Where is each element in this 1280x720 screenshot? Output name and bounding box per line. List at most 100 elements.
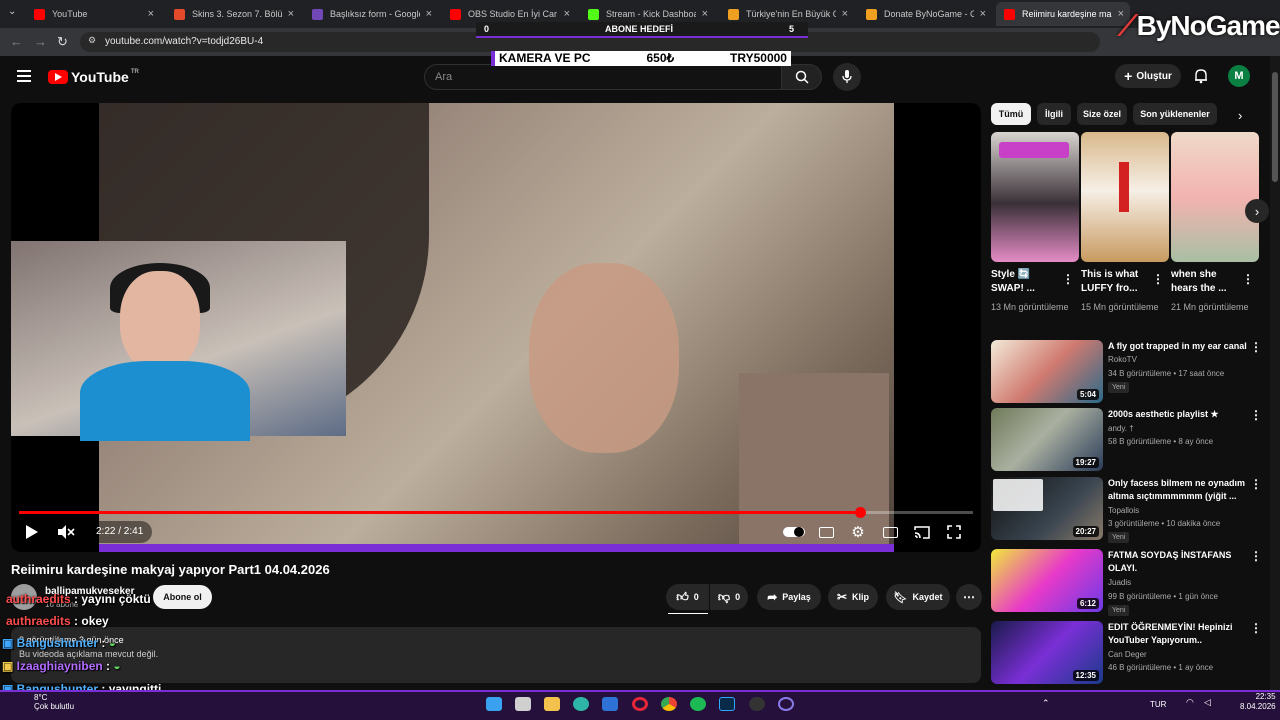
close-icon[interactable]: × bbox=[842, 8, 848, 20]
browser-tab[interactable]: Donate ByNoGame - Gele × bbox=[858, 2, 992, 26]
close-icon[interactable]: × bbox=[148, 8, 154, 20]
video-thumbnail[interactable]: 19:27 bbox=[991, 408, 1103, 471]
app-icon[interactable] bbox=[778, 697, 794, 711]
video-thumbnail[interactable]: 6:12 bbox=[991, 549, 1103, 612]
shorts-next-button[interactable]: › bbox=[1245, 199, 1269, 223]
more-vertical-icon[interactable]: ⋮ bbox=[1250, 621, 1262, 635]
chrome-icon[interactable] bbox=[661, 697, 677, 711]
opera-icon[interactable] bbox=[632, 697, 648, 711]
scrollbar-thumb[interactable] bbox=[1272, 72, 1278, 182]
video-channel[interactable]: Can Deger bbox=[1108, 650, 1147, 659]
tab-label: YouTube bbox=[52, 9, 88, 19]
tray-chevron-icon[interactable]: ⌃ bbox=[1042, 698, 1050, 709]
short-title[interactable]: Style 🔄 SWAP! ... bbox=[991, 268, 1059, 296]
chat-separator: : bbox=[70, 614, 82, 628]
browser-tab[interactable]: YouTube × bbox=[26, 2, 160, 26]
video-channel[interactable]: RokoTV bbox=[1108, 355, 1137, 364]
create-button[interactable]: + Oluştur bbox=[1115, 64, 1181, 88]
chip-recent[interactable]: Son yüklenenler bbox=[1133, 103, 1217, 125]
more-vertical-icon[interactable]: ⋮ bbox=[1250, 477, 1262, 491]
reload-icon[interactable]: ↻ bbox=[57, 34, 68, 50]
share-button[interactable]: ➦ Paylaş bbox=[757, 584, 821, 610]
voice-search-button[interactable] bbox=[833, 63, 861, 91]
system-clock[interactable]: 22:35 8.04.2026 bbox=[1240, 692, 1276, 712]
cast-button[interactable] bbox=[913, 523, 931, 541]
play-button[interactable] bbox=[23, 523, 41, 541]
chevron-right-icon[interactable]: › bbox=[1238, 108, 1242, 123]
miniplayer-button[interactable] bbox=[881, 523, 899, 541]
page-scrollbar[interactable] bbox=[1270, 56, 1280, 690]
forward-arrow-icon[interactable]: → bbox=[34, 34, 47, 49]
video-thumbnail[interactable]: 12:35 bbox=[991, 621, 1103, 684]
mail-icon[interactable] bbox=[602, 697, 618, 711]
video-title-link[interactable]: FATMA SOYDAŞ İNSTAFANS OLAYI. bbox=[1108, 549, 1248, 575]
fullscreen-button[interactable] bbox=[945, 523, 963, 541]
site-info-icon[interactable]: ⚙ bbox=[88, 35, 96, 46]
chip-for-you[interactable]: Size özel bbox=[1077, 103, 1127, 125]
more-vertical-icon[interactable]: ⋮ bbox=[1152, 272, 1164, 286]
captions-button[interactable] bbox=[817, 523, 835, 541]
search-input[interactable]: Ara bbox=[424, 64, 782, 90]
video-thumbnail[interactable]: 20:27 bbox=[991, 477, 1103, 540]
photoshop-icon[interactable] bbox=[719, 697, 735, 711]
donation-goal-widget: KAMERA VE PC 650₺ TRY50000 bbox=[491, 51, 791, 66]
tab-search-icon[interactable]: ⌄ bbox=[8, 6, 16, 17]
close-icon[interactable]: × bbox=[564, 8, 570, 20]
more-actions-button[interactable]: ⋯ bbox=[956, 584, 982, 610]
more-vertical-icon[interactable]: ⋮ bbox=[1242, 272, 1254, 286]
short-thumbnail[interactable] bbox=[1081, 132, 1169, 262]
account-avatar[interactable]: M bbox=[1228, 65, 1250, 87]
weather-widget[interactable]: 8°C Çok bulutlu bbox=[6, 693, 74, 711]
video-title-link[interactable]: A fly got trapped in my ear canal bbox=[1108, 340, 1248, 353]
obs-icon[interactable] bbox=[749, 697, 765, 711]
chip-related[interactable]: İlgili bbox=[1037, 103, 1071, 125]
video-player[interactable]: 2:22 / 2:41 ⚙ bbox=[11, 103, 981, 552]
notifications-bell-icon[interactable] bbox=[1193, 68, 1209, 84]
close-icon[interactable]: × bbox=[426, 8, 432, 20]
search-button[interactable] bbox=[781, 64, 822, 90]
edge-icon[interactable] bbox=[573, 697, 589, 711]
dislike-button[interactable]: 👎︎ 0 bbox=[710, 584, 748, 610]
start-icon[interactable] bbox=[486, 697, 502, 711]
more-vertical-icon[interactable]: ⋮ bbox=[1250, 408, 1262, 422]
settings-button[interactable]: ⚙ bbox=[849, 523, 867, 541]
video-title-link[interactable]: 2000s aesthetic playlist ★ bbox=[1108, 408, 1248, 421]
close-icon[interactable]: × bbox=[980, 8, 986, 20]
volume-icon[interactable]: ◁ bbox=[1204, 697, 1211, 708]
close-icon[interactable]: × bbox=[702, 8, 708, 20]
input-language[interactable]: TUR bbox=[1150, 700, 1166, 709]
video-title-link[interactable]: Only facess bilmem ne oynadım altıma sıç… bbox=[1108, 477, 1248, 503]
task-view-icon[interactable] bbox=[515, 697, 531, 711]
menu-icon[interactable] bbox=[17, 70, 31, 82]
back-arrow-icon[interactable]: ← bbox=[10, 34, 23, 49]
youtube-logo[interactable]: YouTube TR bbox=[48, 69, 139, 85]
kick-favicon-icon bbox=[588, 8, 599, 20]
short-title[interactable]: This is what LUFFY fro... bbox=[1081, 268, 1149, 296]
wifi-icon[interactable]: ◠ bbox=[1186, 697, 1194, 708]
autoplay-toggle[interactable] bbox=[783, 523, 805, 541]
browser-tab[interactable]: Skins 3. Sezon 7. Bölüm × bbox=[166, 2, 300, 26]
clip-button[interactable]: ✂ Klip bbox=[828, 584, 878, 610]
progress-bar[interactable] bbox=[19, 507, 973, 518]
more-vertical-icon[interactable]: ⋮ bbox=[1250, 340, 1262, 354]
short-title[interactable]: when she hears the ... bbox=[1171, 268, 1239, 296]
video-channel[interactable]: Topallois bbox=[1108, 506, 1139, 515]
more-vertical-icon[interactable]: ⋮ bbox=[1250, 549, 1262, 563]
browser-tab[interactable]: Başlıksız form - Google F × bbox=[304, 2, 438, 26]
chip-all[interactable]: Tümü bbox=[991, 103, 1031, 125]
short-thumbnail[interactable] bbox=[1171, 132, 1259, 262]
spotify-icon[interactable] bbox=[690, 697, 706, 711]
video-thumbnail[interactable]: 5:04 bbox=[991, 340, 1103, 403]
video-channel[interactable]: andy. † bbox=[1108, 424, 1134, 433]
video-title-link[interactable]: EDIT ÖĞRENMEYİN! Hepinizi YouTuber Yapıy… bbox=[1108, 621, 1248, 647]
video-channel[interactable]: Juadis bbox=[1108, 578, 1131, 587]
save-button[interactable]: 🔖︎ Kaydet bbox=[886, 584, 950, 610]
short-thumbnail[interactable] bbox=[991, 132, 1079, 262]
file-explorer-icon[interactable] bbox=[544, 697, 560, 711]
like-button[interactable]: 👍︎ 0 bbox=[666, 584, 709, 610]
close-icon[interactable]: × bbox=[288, 8, 294, 20]
browser-tab-active[interactable]: Reiimiru kardeşine makya× bbox=[996, 2, 1130, 26]
mute-button[interactable] bbox=[57, 523, 75, 541]
subscribe-button[interactable]: Abone ol bbox=[153, 585, 212, 609]
more-vertical-icon[interactable]: ⋮ bbox=[1062, 272, 1074, 286]
